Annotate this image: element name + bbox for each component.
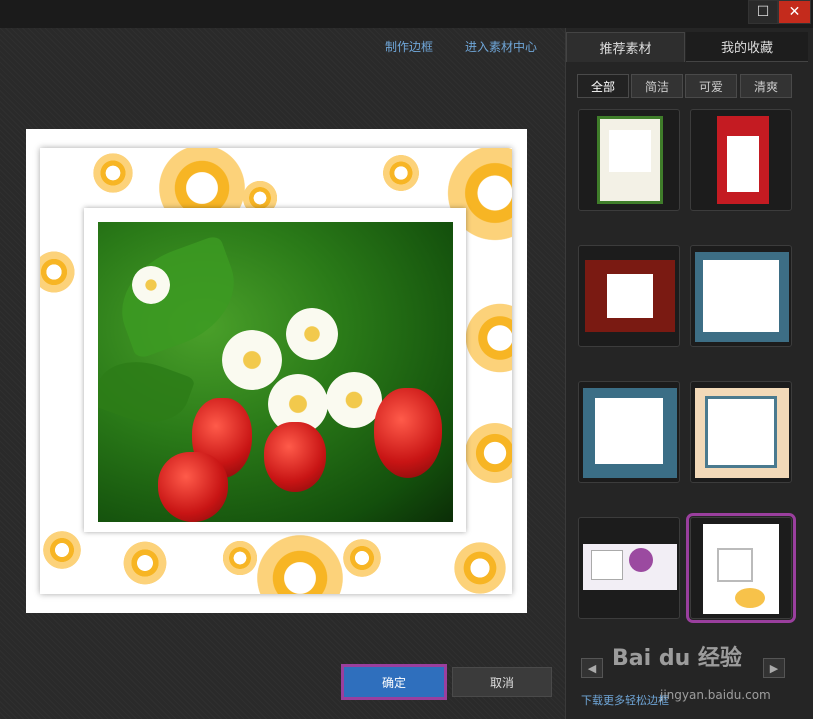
border-thumbnail[interactable] (578, 381, 680, 483)
filter-simple[interactable]: 简洁 (631, 74, 683, 98)
border-thumbnail[interactable] (578, 517, 680, 619)
border-thumbnail[interactable] (578, 109, 680, 211)
filter-fresh[interactable]: 清爽 (740, 74, 792, 98)
material-center-link[interactable]: 进入素材中心 (465, 38, 537, 55)
watermark-brand: Bai du 经验 (612, 646, 742, 671)
make-border-link[interactable]: 制作边框 (385, 38, 433, 55)
border-thumbnail-selected[interactable] (686, 513, 796, 623)
maximize-icon: ☐ (756, 4, 770, 20)
border-thumbnail[interactable] (690, 381, 792, 483)
close-icon: ✕ (788, 4, 801, 20)
watermark-url: jingyan.baidu.com (660, 688, 771, 702)
maximize-button[interactable]: ☐ (748, 0, 778, 24)
close-button[interactable]: ✕ (778, 0, 811, 24)
filter-cute[interactable]: 可爱 (685, 74, 737, 98)
prev-page-button[interactable]: ◀ (581, 658, 603, 678)
chevron-left-icon: ◀ (587, 661, 597, 675)
cancel-button[interactable]: 取消 (452, 667, 552, 697)
tab-favorites[interactable]: 我的收藏 (686, 32, 808, 62)
tab-recommended[interactable]: 推荐素材 (566, 32, 685, 62)
title-bar (0, 0, 813, 28)
strawberry-photo (98, 222, 453, 522)
confirm-button[interactable]: 确定 (341, 664, 447, 700)
download-more-link[interactable]: 下载更多轻松边框 (581, 692, 669, 708)
border-thumbnail[interactable] (690, 109, 792, 211)
filter-all[interactable]: 全部 (577, 74, 629, 98)
border-thumbnail[interactable] (690, 245, 792, 347)
border-thumbnail[interactable] (578, 245, 680, 347)
chevron-right-icon: ▶ (769, 661, 779, 675)
next-page-button[interactable]: ▶ (763, 658, 785, 678)
